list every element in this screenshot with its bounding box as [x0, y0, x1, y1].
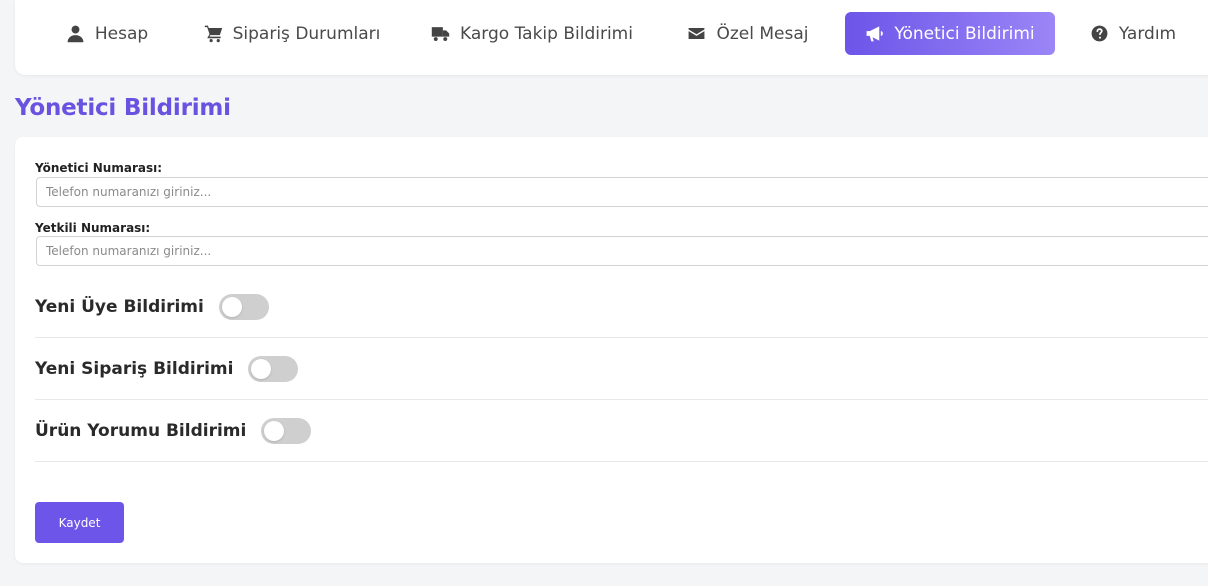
toggle-knob: [251, 358, 272, 379]
save-button[interactable]: Kaydet: [35, 502, 124, 543]
new-order-toggle[interactable]: [248, 355, 299, 382]
cart-icon: [204, 25, 222, 43]
toggle-knob: [221, 296, 242, 317]
admin-number-input[interactable]: [36, 177, 1208, 207]
toggle-knob: [264, 420, 285, 441]
settings-card: Yönetici Numarası: Yetkili Numarası: Yen…: [15, 137, 1208, 563]
toggle-label: Ürün Yorumu Bildirimi: [35, 420, 247, 441]
authorized-number-input[interactable]: [36, 236, 1208, 266]
nav-tab-yonetici-bildirimi[interactable]: Yönetici Bildirimi: [845, 12, 1055, 55]
nav-tab-yardim[interactable]: Yardım: [1083, 12, 1183, 55]
nav-tab-label: Sipariş Durumları: [232, 23, 381, 44]
nav-tab-hesap[interactable]: Hesap: [54, 12, 160, 55]
nav-tab-label: Hesap: [94, 23, 149, 44]
nav-tab-label: Özel Mesaj: [716, 23, 809, 44]
admin-number-label: Yönetici Numarası:: [35, 161, 163, 175]
toggle-label: Yeni Üye Bildirimi: [35, 296, 204, 317]
nav-tab-label: Kargo Takip Bildirimi: [460, 23, 633, 44]
nav-tab-kargo-takip[interactable]: Kargo Takip Bildirimi: [421, 12, 643, 55]
question-circle-icon: [1091, 25, 1108, 42]
product-review-toggle[interactable]: [261, 417, 312, 444]
nav-tab-siparis-durumlari[interactable]: Sipariş Durumları: [192, 12, 392, 55]
toggle-row-new-order: Yeni Sipariş Bildirimi: [35, 338, 1208, 400]
new-member-toggle[interactable]: [218, 293, 269, 320]
megaphone-icon: [866, 26, 884, 42]
authorized-number-label: Yetkili Numarası:: [35, 221, 151, 235]
truck-icon: [431, 27, 450, 42]
toggle-label: Yeni Sipariş Bildirimi: [35, 358, 234, 379]
page-title: Yönetici Bildirimi: [15, 95, 231, 121]
nav-tab-ozel-mesaj[interactable]: Özel Mesaj: [679, 12, 817, 55]
top-nav: Hesap Sipariş Durumları Kargo Takip Bild…: [15, 0, 1208, 75]
envelope-icon: [689, 27, 705, 40]
toggle-row-new-member: Yeni Üye Bildirimi: [35, 276, 1208, 338]
user-icon: [67, 25, 84, 43]
nav-tab-label: Yönetici Bildirimi: [894, 23, 1035, 44]
toggle-row-product-review: Ürün Yorumu Bildirimi: [35, 400, 1208, 462]
nav-tab-label: Yardım: [1118, 23, 1177, 44]
